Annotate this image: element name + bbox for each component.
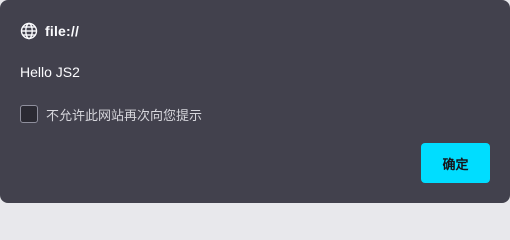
dialog-message: Hello JS2 [20, 64, 80, 80]
alert-dialog: file:// Hello JS2 不允许此网站再次向您提示 确定 [0, 0, 510, 203]
globe-icon [20, 22, 38, 40]
ok-button[interactable]: 确定 [421, 143, 490, 183]
suppress-dialogs-label[interactable]: 不允许此网站再次向您提示 [46, 105, 202, 124]
dialog-origin: file:// [45, 23, 80, 39]
suppress-dialogs-checkbox[interactable] [20, 105, 38, 123]
dialog-header: file:// [20, 20, 79, 42]
suppress-dialogs-option[interactable]: 不允许此网站再次向您提示 [20, 104, 202, 124]
